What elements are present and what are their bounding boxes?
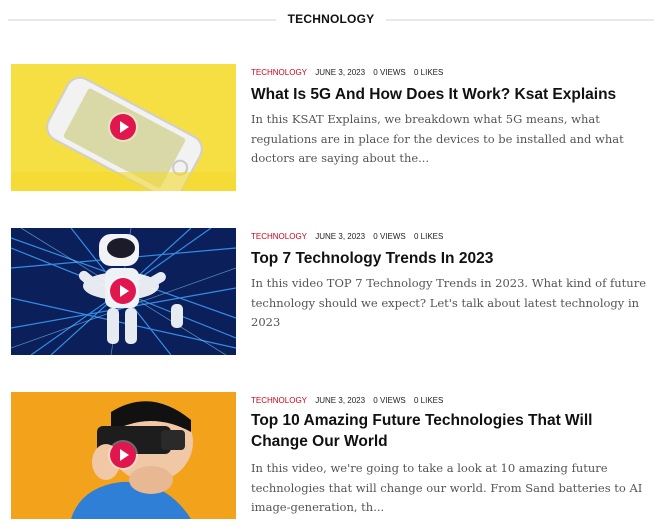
post-likes: 0 LIKES <box>413 68 444 77</box>
section-header: TECHNOLOGY <box>0 10 661 30</box>
section-divider-left <box>8 19 276 21</box>
post-title[interactable]: What Is 5G And How Does It Work? Ksat Ex… <box>251 84 651 105</box>
post-views: 0 VIEWS <box>373 232 406 241</box>
post-meta: TECHNOLOGY JUNE 3, 2023 0 VIEWS 0 LIKES <box>251 232 449 241</box>
post-meta: TECHNOLOGY JUNE 3, 2023 0 VIEWS 0 LIKES <box>251 68 449 77</box>
post-excerpt: In this KSAT Explains, we breakdown what… <box>251 112 624 165</box>
post-card: TECHNOLOGY JUNE 3, 2023 0 VIEWS 0 LIKES … <box>0 392 661 531</box>
post-date: JUNE 3, 2023 <box>315 232 366 241</box>
post-title[interactable]: Top 7 Technology Trends In 2023 <box>251 248 651 269</box>
section-title: TECHNOLOGY <box>287 12 375 26</box>
post-date: JUNE 3, 2023 <box>315 396 366 405</box>
post-likes: 0 LIKES <box>413 396 444 405</box>
post-meta: TECHNOLOGY JUNE 3, 2023 0 VIEWS 0 LIKES <box>251 396 449 405</box>
post-category[interactable]: TECHNOLOGY <box>251 232 307 241</box>
post-thumbnail[interactable] <box>11 392 236 519</box>
post-card: TECHNOLOGY JUNE 3, 2023 0 VIEWS 0 LIKES … <box>0 64 661 191</box>
post-excerpt: In this video TOP 7 Technology Trends in… <box>251 276 647 329</box>
play-icon[interactable] <box>110 114 136 140</box>
play-icon[interactable] <box>110 442 136 468</box>
post-title[interactable]: Top 10 Amazing Future Technologies That … <box>251 410 651 452</box>
post-views: 0 VIEWS <box>373 68 406 77</box>
play-icon[interactable] <box>110 278 136 304</box>
post-date: JUNE 3, 2023 <box>315 68 366 77</box>
post-thumbnail[interactable] <box>11 228 236 355</box>
post-views: 0 VIEWS <box>373 396 406 405</box>
post-thumbnail[interactable] <box>11 64 236 191</box>
post-category[interactable]: TECHNOLOGY <box>251 396 307 405</box>
section-divider-right <box>386 19 654 21</box>
post-card: TECHNOLOGY JUNE 3, 2023 0 VIEWS 0 LIKES … <box>0 228 661 355</box>
post-category[interactable]: TECHNOLOGY <box>251 68 307 77</box>
post-excerpt: In this video, we're going to take a loo… <box>251 461 643 514</box>
post-likes: 0 LIKES <box>413 232 444 241</box>
